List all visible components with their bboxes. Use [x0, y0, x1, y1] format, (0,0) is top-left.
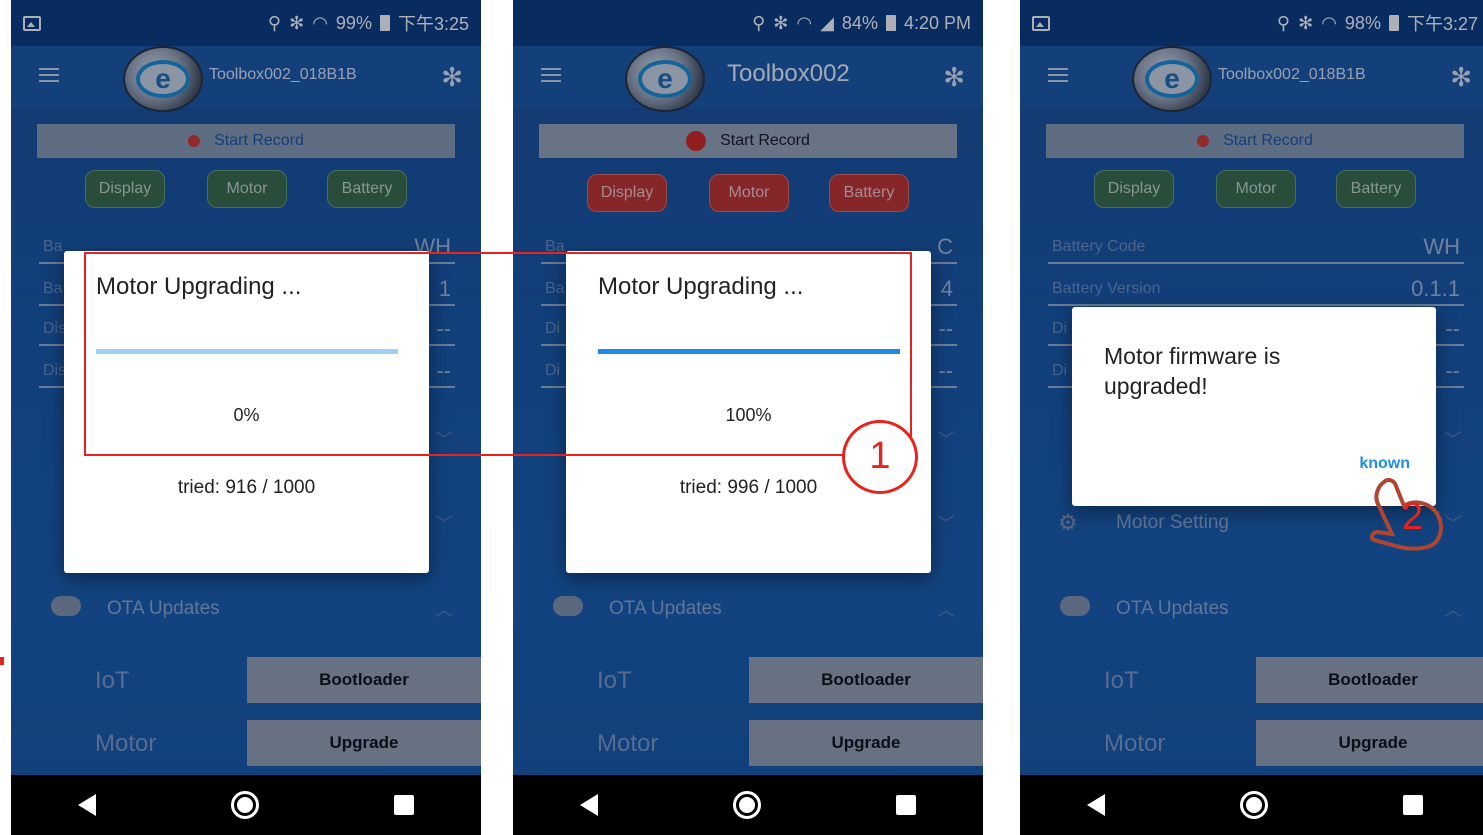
- back-icon[interactable]: [580, 794, 599, 816]
- recent-apps-icon[interactable]: [1402, 795, 1423, 815]
- nav-bar: [513, 775, 983, 835]
- recent-apps-icon[interactable]: [393, 795, 414, 815]
- back-icon[interactable]: [78, 794, 97, 816]
- nav-bar: [11, 775, 481, 835]
- home-icon[interactable]: [230, 791, 259, 819]
- step-marker-2: 2: [1402, 496, 1424, 538]
- step-marker-1: 1: [842, 420, 918, 494]
- home-icon[interactable]: [1239, 791, 1268, 819]
- tutorial-stage: ⚲ ✻ ◠ 99% 下午3:25 e Toolbox002_018B1B ✻ S…: [0, 0, 1483, 835]
- tried-count: tried: 916 / 1000: [177, 477, 316, 498]
- known-button[interactable]: known: [1359, 455, 1410, 473]
- nav-bar: [1020, 775, 1483, 835]
- back-icon[interactable]: [1087, 794, 1106, 816]
- home-icon[interactable]: [732, 791, 761, 819]
- recent-apps-icon[interactable]: [895, 795, 916, 815]
- dialog-title: Motor firmware is upgraded!: [1104, 343, 1281, 399]
- tap-hand-annotation: 2: [1366, 476, 1448, 552]
- annotation-mark: [0, 657, 4, 665]
- phone-screen-3: ⚲ ✻ ◠ 98% 下午3:27 e Toolbox002_018B1B ✻ S…: [1020, 0, 1483, 835]
- highlight-box: [84, 252, 912, 456]
